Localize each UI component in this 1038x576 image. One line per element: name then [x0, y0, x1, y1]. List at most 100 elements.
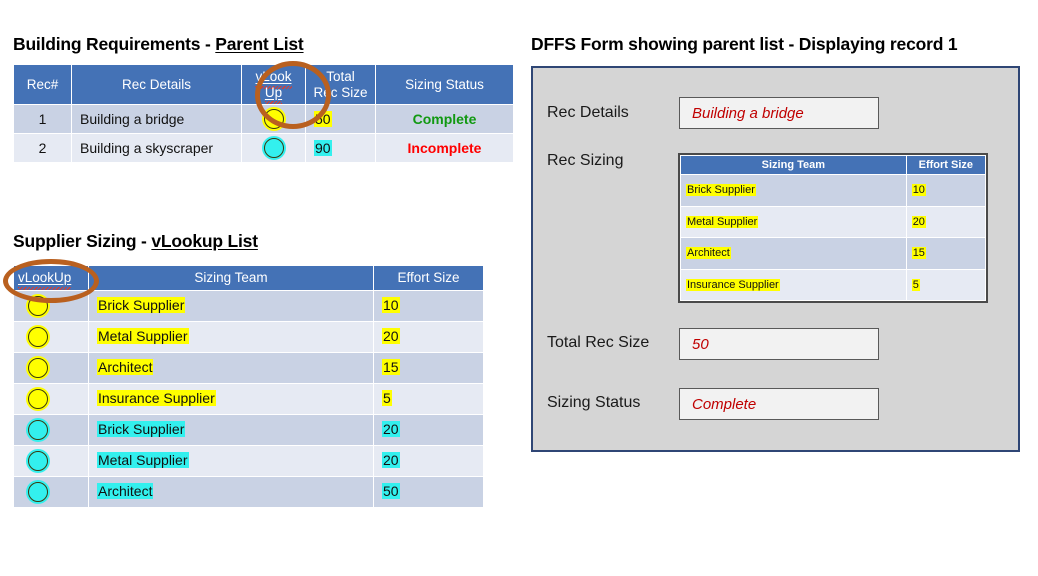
total-rec-size-value: 50: [692, 335, 709, 353]
cell-sizing-team: Insurance Supplier: [680, 268, 907, 301]
table-row[interactable]: Brick Supplier 10: [13, 289, 484, 322]
column-header-rec-details[interactable]: Rec Details: [71, 63, 242, 106]
circle-cyan-icon: [28, 419, 48, 440]
effort-size-value: 5: [911, 278, 920, 291]
cell-effort-size: 20: [905, 205, 987, 238]
table-row[interactable]: Metal Supplier 20: [13, 444, 484, 477]
cell-effort-size: 10: [905, 174, 987, 207]
cell-rec-details: Building a bridge: [71, 104, 242, 135]
sizing-team-value: Brick Supplier: [686, 184, 756, 197]
cell-vlookup-marker: [13, 320, 89, 353]
label-rec-sizing: Rec Sizing: [547, 152, 624, 169]
cell-vlookup-marker: [13, 475, 89, 508]
cell-total-rec-size: 90: [305, 133, 376, 164]
cell-vlookup-marker: [13, 382, 89, 415]
effort-size-value: 20: [382, 452, 400, 469]
column-header-total-line2: Rec Size: [313, 84, 368, 100]
sizing-team-value: Metal Supplier: [97, 328, 189, 345]
cell-sizing-team: Brick Supplier: [680, 174, 907, 207]
sizing-team-value: Insurance Supplier: [686, 278, 780, 291]
cell-vlookup-marker: [13, 413, 89, 446]
table-row[interactable]: Metal Supplier 20: [680, 205, 987, 238]
dffs-form-panel: Rec Details Rec Sizing Total Rec Size Si…: [531, 66, 1020, 452]
total-rec-size-field[interactable]: 50: [679, 328, 879, 360]
table-header-row: vLookUp Sizing Team Effort Size: [13, 265, 484, 291]
sizing-team-value: Metal Supplier: [686, 215, 759, 228]
table-row[interactable]: Architect 15: [13, 351, 484, 384]
cell-sizing-status: Complete: [375, 104, 514, 135]
status-badge: Complete: [412, 110, 477, 127]
column-header-sizing-team[interactable]: Sizing Team: [88, 265, 374, 291]
table-row[interactable]: Insurance Supplier 5: [13, 382, 484, 415]
cell-sizing-team: Brick Supplier: [88, 413, 374, 446]
cell-sizing-status: Incomplete: [375, 133, 514, 164]
cell-effort-size: 20: [373, 444, 484, 477]
parent-list-title-plain: Building Requirements -: [13, 34, 216, 54]
table-row[interactable]: 1 Building a bridge 50 Complete: [13, 104, 514, 135]
column-header-vlookup-key-label: vLookUp: [18, 270, 72, 289]
supplier-sizing-table-body: Brick Supplier 10 Metal Supplier 20 Arch…: [13, 289, 484, 508]
effort-size-value: 20: [382, 421, 400, 438]
table-row[interactable]: 2 Building a skyscraper 90 Incomplete: [13, 133, 514, 164]
cell-sizing-team: Architect: [88, 475, 374, 508]
cell-rec-number: 1: [13, 104, 72, 135]
building-requirements-table: Rec# Rec Details vLook Up Total Rec Size…: [13, 63, 514, 164]
circle-marker-wrap: [242, 138, 305, 159]
cell-vlookup-marker: [13, 444, 89, 477]
cell-vlookup-marker: [13, 289, 89, 322]
sizing-team-value: Brick Supplier: [97, 421, 186, 438]
column-header-total-rec-size[interactable]: Total Rec Size: [305, 63, 376, 106]
total-rec-size-value: 90: [314, 139, 332, 156]
column-header-sizing-team[interactable]: Sizing Team: [680, 155, 907, 175]
supplier-sizing-title: Supplier Sizing - vLookup List: [13, 231, 258, 252]
cell-vlookup-marker: [13, 351, 89, 384]
sizing-team-value: Brick Supplier: [97, 297, 186, 314]
supplier-sizing-table-wrapper: vLookUp Sizing Team Effort Size Brick Su…: [13, 265, 484, 508]
cell-effort-size: 10: [373, 289, 484, 322]
label-total-rec-size: Total Rec Size: [547, 334, 650, 351]
table-row[interactable]: Metal Supplier 20: [13, 320, 484, 353]
sizing-team-value: Architect: [686, 247, 731, 260]
supplier-sizing-title-plain: Supplier Sizing -: [13, 231, 152, 251]
column-header-vlookup-line2: Up: [264, 84, 283, 104]
column-header-sizing-status[interactable]: Sizing Status: [375, 63, 514, 106]
rec-details-field[interactable]: Building a bridge: [679, 97, 879, 129]
table-header-row: Rec# Rec Details vLook Up Total Rec Size…: [13, 63, 514, 106]
label-sizing-status: Sizing Status: [547, 394, 641, 411]
column-header-effort-size[interactable]: Effort Size: [905, 155, 987, 175]
effort-size-value: 20: [382, 328, 400, 345]
cell-sizing-team: Metal Supplier: [680, 205, 907, 238]
cell-effort-size: 50: [373, 475, 484, 508]
circle-yellow-icon: [28, 388, 48, 409]
rec-sizing-table: Sizing Team Effort Size Brick Supplier 1…: [680, 155, 987, 301]
table-row[interactable]: Architect 15: [680, 237, 987, 270]
column-header-vlookup-line1: vLook: [255, 69, 292, 88]
cell-total-rec-size: 50: [305, 104, 376, 135]
cell-effort-size: 5: [373, 382, 484, 415]
effort-size-value: 5: [382, 390, 392, 407]
circle-yellow-icon: [28, 295, 48, 316]
table-row[interactable]: Architect 50: [13, 475, 484, 508]
table-row[interactable]: Insurance Supplier 5: [680, 268, 987, 301]
parent-list-title: Building Requirements - Parent List: [13, 34, 304, 55]
effort-size-value: 10: [382, 297, 400, 314]
table-row[interactable]: Brick Supplier 10: [680, 174, 987, 207]
circle-marker-wrap: [242, 109, 305, 130]
column-header-effort-size[interactable]: Effort Size: [373, 265, 484, 291]
parent-list-title-underlined: Parent List: [215, 34, 304, 54]
circle-cyan-icon: [28, 450, 48, 471]
cell-sizing-team: Architect: [88, 351, 374, 384]
table-row[interactable]: Brick Supplier 20: [13, 413, 484, 446]
dffs-form-title: DFFS Form showing parent list - Displayi…: [531, 34, 958, 54]
cell-sizing-team: Metal Supplier: [88, 444, 374, 477]
sizing-status-field[interactable]: Complete: [679, 388, 879, 420]
effort-size-value: 15: [382, 359, 400, 376]
cell-rec-details: Building a skyscraper: [71, 133, 242, 164]
cell-sizing-team: Architect: [680, 237, 907, 270]
column-header-vlookup[interactable]: vLook Up: [241, 63, 306, 106]
cell-vlookup-marker: [241, 133, 306, 164]
column-header-vlookup-key[interactable]: vLookUp: [13, 265, 89, 291]
effort-size-value: 50: [382, 483, 400, 500]
effort-size-value: 20: [911, 215, 926, 228]
column-header-rec-number[interactable]: Rec#: [13, 63, 72, 106]
